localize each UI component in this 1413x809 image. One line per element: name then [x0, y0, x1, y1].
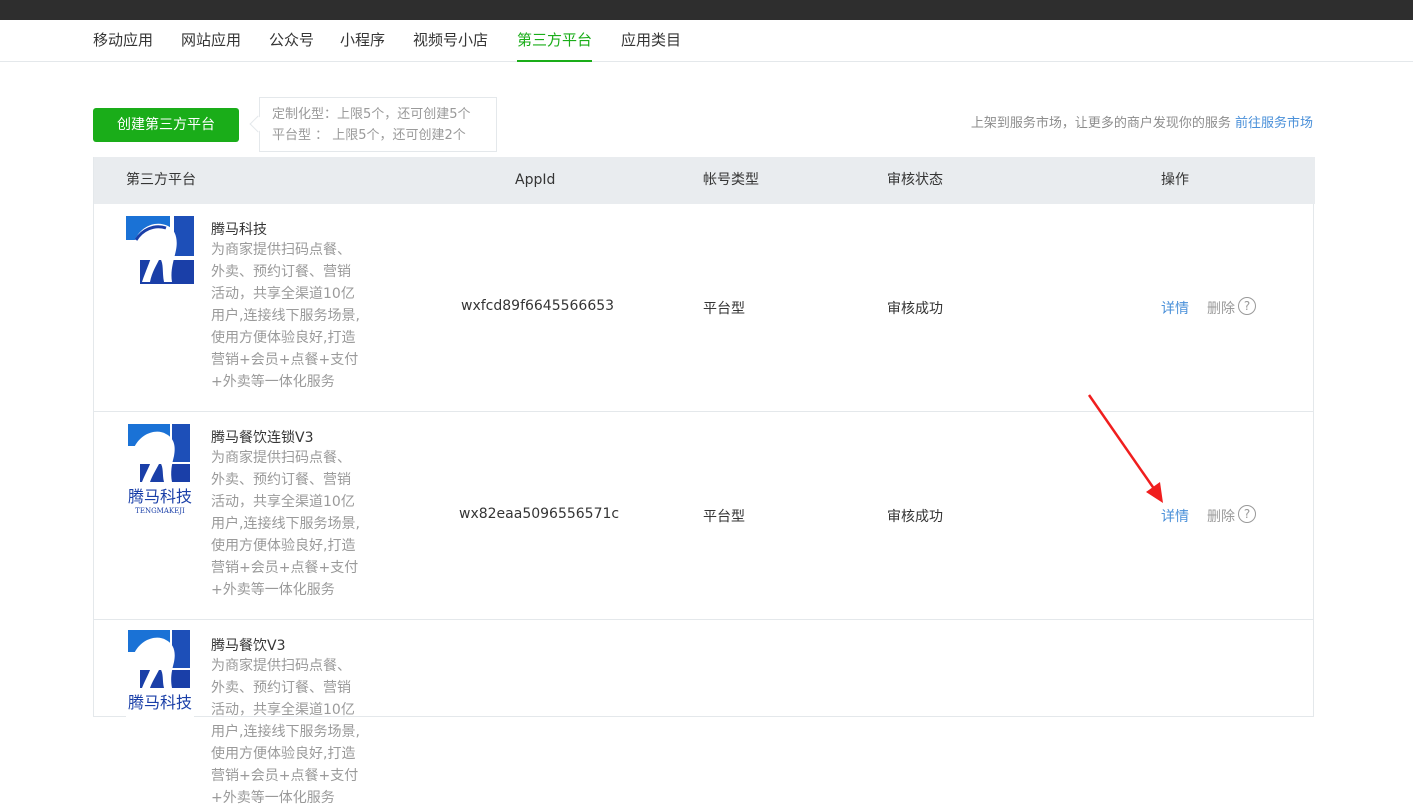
help-icon[interactable]: ? — [1238, 505, 1256, 523]
logo-text: 腾马科技 — [128, 693, 192, 712]
header-account-type: 帐号类型 — [703, 172, 759, 188]
market-hint: 上架到服务市场，让更多的商户发现你的服务 前往服务市场 — [971, 112, 1313, 131]
detail-link[interactable]: 详情 — [1161, 298, 1189, 318]
platform-name: 腾马餐饮V3 — [211, 638, 286, 654]
header-review-status: 审核状态 — [887, 172, 943, 188]
nav-tabs: 移动应用 网站应用 公众号 小程序 视频号小店 第三方平台 应用类目 — [0, 20, 1413, 62]
account-type-value: 平台型 — [703, 509, 745, 525]
quota-tip: 定制化型：上限5个，还可创建5个 平台型 ： 上限5个，还可创建2个 — [259, 97, 497, 152]
tab-channels-shop[interactable]: 视频号小店 — [413, 20, 488, 62]
platform-name: 腾马餐饮连锁V3 — [211, 430, 314, 446]
table-row: 腾马科技 TENGMAKEJI 腾马餐饮连锁V3 为商家提供扫码点餐、外卖、预约… — [94, 412, 1313, 620]
appid-value: wx82eaa5096556571c — [459, 506, 620, 522]
account-type-value: 平台型 — [703, 301, 745, 317]
horse-logo-icon — [126, 216, 194, 284]
platform-desc: 为商家提供扫码点餐、外卖、预约订餐、营销活动，共享全渠道10亿用户,连接线下服务… — [211, 658, 360, 806]
logo-subtext: TENGMAKEJI — [135, 507, 185, 515]
tab-third-party-platform[interactable]: 第三方平台 — [517, 20, 593, 62]
horse-logo-icon: 腾马科技 TENGMAKEJI — [126, 424, 194, 516]
review-status-value: 审核成功 — [887, 509, 943, 525]
market-link[interactable]: 前往服务市场 — [1235, 116, 1313, 131]
market-text: 上架到服务市场，让更多的商户发现你的服务 — [970, 116, 1231, 131]
table-row: 腾马科技 为商家提供扫码点餐、外卖、预约订餐、营销活动，共享全渠道10亿用户,连… — [94, 204, 1313, 412]
delete-link[interactable]: 删除 — [1207, 298, 1235, 318]
appid-value: wxfcd89f6645566653 — [461, 298, 615, 314]
detail-link[interactable]: 详情 — [1161, 506, 1189, 526]
tab-app-category[interactable]: 应用类目 — [621, 20, 681, 62]
tab-mini-program[interactable]: 小程序 — [340, 20, 385, 62]
delete-link[interactable]: 删除 — [1207, 506, 1235, 526]
quota-platform: 平台型 ： 上限5个，还可创建2个 — [272, 128, 466, 143]
logo-text: 腾马科技 — [128, 487, 192, 506]
platform-desc: 为商家提供扫码点餐、外卖、预约订餐、营销活动，共享全渠道10亿用户,连接线下服务… — [211, 450, 360, 598]
table-row: 腾马科技 腾马餐饮V3 为商家提供扫码点餐、外卖、预约订餐、营销活动，共享全渠道… — [94, 620, 1313, 806]
quota-custom: 定制化型：上限5个，还可创建5个 — [272, 107, 471, 122]
help-icon[interactable]: ? — [1238, 297, 1256, 315]
header-platform: 第三方平台 — [126, 172, 196, 188]
platform-name: 腾马科技 — [211, 222, 267, 238]
tab-website-app[interactable]: 网站应用 — [181, 20, 241, 62]
top-bar — [0, 0, 1413, 20]
review-status-value: 审核成功 — [887, 301, 943, 317]
tab-official-account[interactable]: 公众号 — [269, 20, 314, 62]
header-appid: AppId — [515, 172, 556, 188]
tab-mobile-app[interactable]: 移动应用 — [93, 20, 153, 62]
platform-desc: 为商家提供扫码点餐、外卖、预约订餐、营销活动，共享全渠道10亿用户,连接线下服务… — [211, 242, 360, 390]
create-platform-button[interactable]: 创建第三方平台 — [93, 108, 239, 142]
table-header: 第三方平台 AppId 帐号类型 审核状态 操作 — [94, 157, 1315, 204]
horse-logo-icon: 腾马科技 — [126, 630, 194, 722]
platform-table: 第三方平台 AppId 帐号类型 审核状态 操作 腾马科技 为商家提供扫码点餐、… — [93, 157, 1315, 806]
header-actions: 操作 — [1161, 172, 1189, 188]
